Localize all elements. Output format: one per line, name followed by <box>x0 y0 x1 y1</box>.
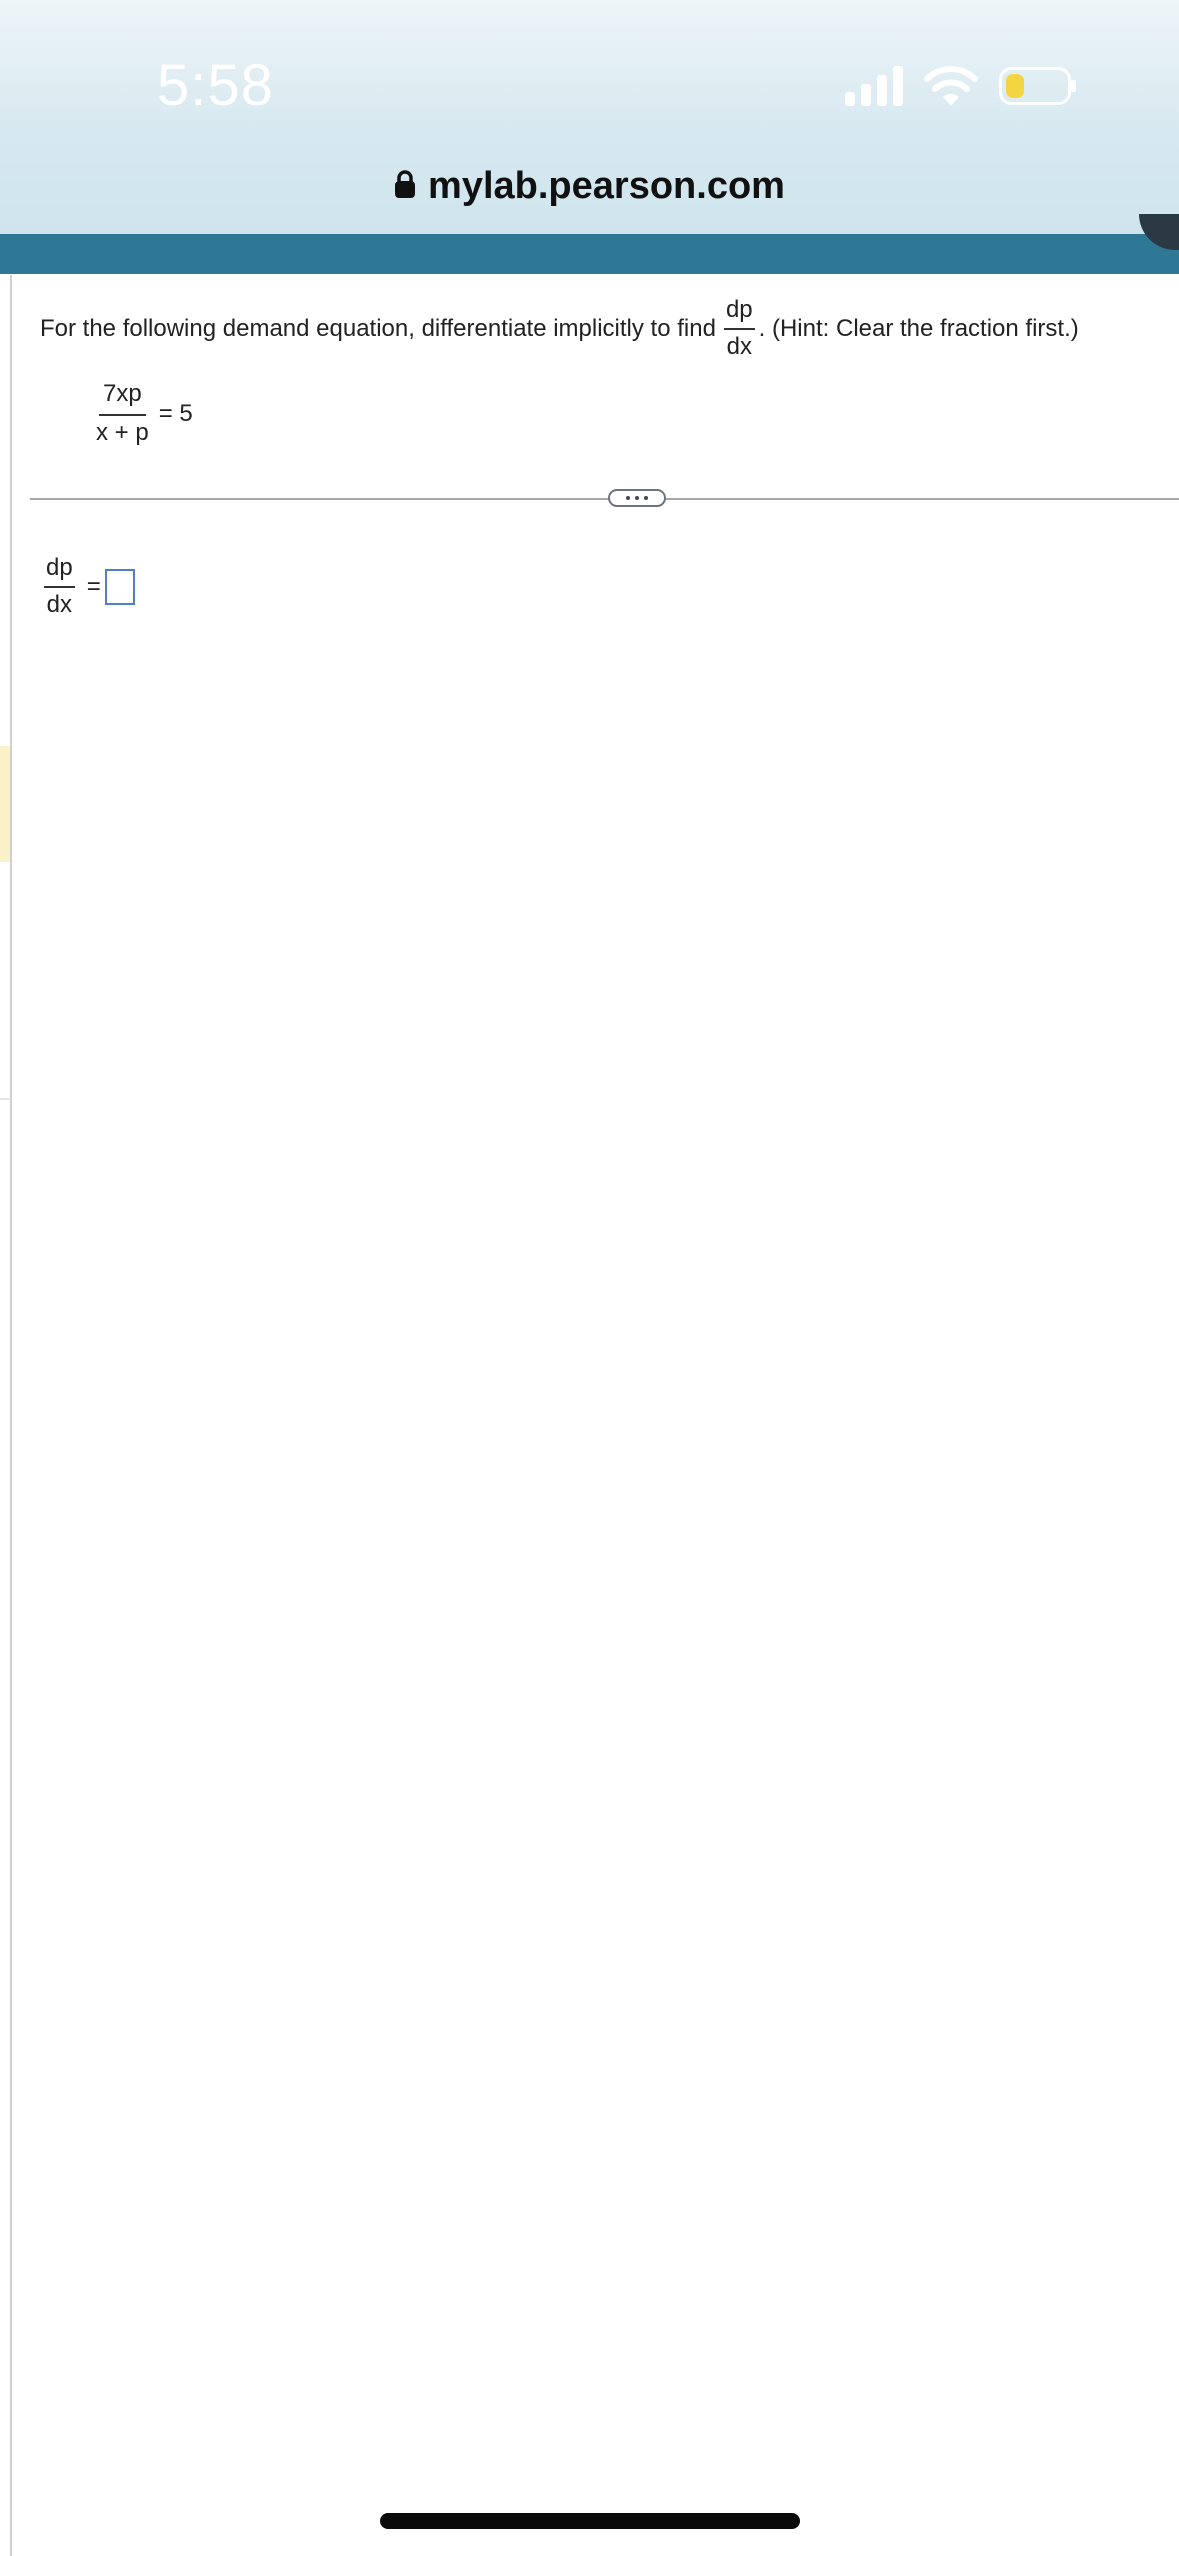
lock-icon <box>395 170 416 198</box>
more-horizontal-icon[interactable] <box>608 489 666 507</box>
derivative-numerator: dp <box>723 296 755 330</box>
address-bar[interactable]: mylab.pearson.com <box>0 158 1179 214</box>
equation-denominator: x + p <box>96 418 149 446</box>
browser-top-chrome: 5:58 mylab.pearson.com <box>0 0 1179 234</box>
left-panel-tick <box>0 1098 10 1100</box>
answer-lhs-numerator: dp <box>44 554 75 588</box>
derivative-fraction: dp dx <box>723 296 755 362</box>
answer-input-box[interactable] <box>104 568 135 605</box>
equation-rhs: = 5 <box>158 399 193 427</box>
equation-numerator: 7xp <box>99 380 146 416</box>
answer-lhs-fraction: dp dx <box>44 554 75 620</box>
equation-fraction: 7xp x + p <box>96 380 149 448</box>
demand-equation: 7xp x + p = 5 <box>88 380 193 448</box>
battery-low-icon <box>999 67 1076 105</box>
answer-lhs-denominator: dx <box>46 590 73 618</box>
pearson-header-band <box>0 234 1179 274</box>
question-text: For the following demand equation, diffe… <box>40 314 716 342</box>
derivative-denominator: dx <box>726 332 752 360</box>
question-prompt: For the following demand equation, diffe… <box>40 296 1079 362</box>
section-divider <box>30 498 1179 500</box>
answer-equals: = <box>86 572 101 600</box>
url-text: mylab.pearson.com <box>428 164 785 207</box>
left-panel-highlight <box>0 746 10 862</box>
cellular-signal-icon <box>845 66 903 106</box>
answer-row: dp dx = <box>44 554 135 620</box>
question-hint: . (Hint: Clear the fraction first.) <box>758 314 1079 342</box>
left-panel-border <box>10 275 12 2556</box>
home-indicator[interactable] <box>380 2513 800 2529</box>
wifi-icon <box>924 66 978 106</box>
status-time: 5:58 <box>157 53 274 118</box>
